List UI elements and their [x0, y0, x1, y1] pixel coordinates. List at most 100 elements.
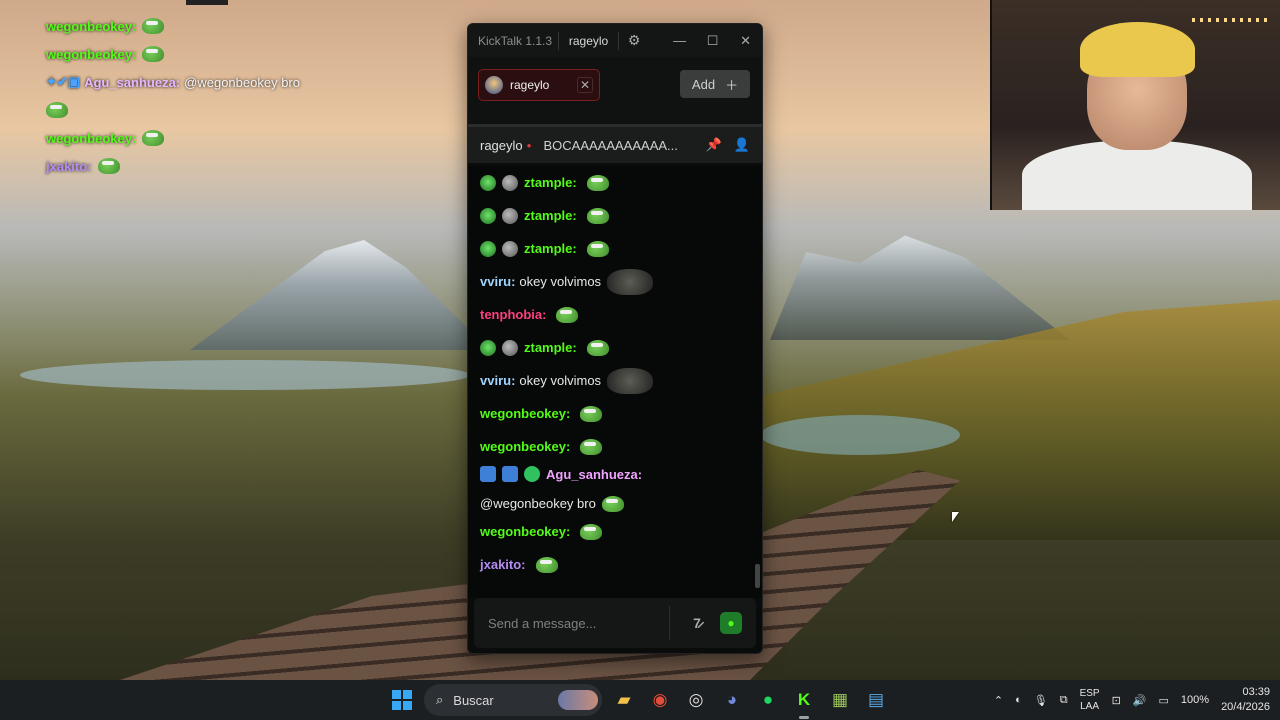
moon-badge-icon[interactable] — [502, 174, 518, 191]
moon-badge-icon[interactable] — [502, 240, 518, 257]
taskbar: ⌕ Buscar ▰ ◉ ◎ ◕ ● K ▦ ▤ ⌃ ◐ 🎙 ⧉ ESP LAA … — [0, 680, 1280, 720]
chevron-up-icon[interactable]: ⌃ — [994, 694, 1003, 707]
string-lights — [1192, 18, 1272, 22]
kicktalk-icon[interactable]: K — [790, 686, 818, 719]
sq-badge-icon[interactable] — [480, 466, 496, 483]
chat-message[interactable]: tenphobia: — [480, 298, 750, 331]
message-composer[interactable]: Send a message... 7̷ ● — [474, 598, 756, 648]
emote-picker-icon[interactable]: 7̷ — [680, 615, 714, 631]
chat-username[interactable]: wegonbeokey: — [480, 524, 570, 539]
maximize-icon[interactable]: ☐ — [696, 33, 729, 49]
pepe-emote-icon[interactable] — [580, 523, 603, 540]
obs-icon[interactable]: ◎ — [682, 686, 710, 714]
alien-badge-icon[interactable] — [480, 339, 496, 356]
kick-emote-icon[interactable]: ● — [720, 612, 742, 634]
chat-username[interactable]: ztample: — [524, 208, 577, 223]
chat-message[interactable]: wegonbeokey: — [480, 430, 750, 463]
moon-badge-icon[interactable] — [502, 207, 518, 224]
chat-username[interactable]: vviru: — [480, 373, 515, 388]
chat-message[interactable]: Agu_sanhueza: @wegonbeokey bro — [480, 463, 750, 515]
start-button[interactable] — [388, 686, 416, 714]
chat-message[interactable]: ztample: — [480, 232, 750, 265]
gear-icon[interactable]: ⚙ — [619, 32, 649, 49]
chat-username[interactable]: wegonbeokey: — [480, 406, 570, 421]
tray-app-icon[interactable]: ⧉ — [1060, 694, 1068, 707]
pin-icon[interactable]: 📌 — [706, 137, 722, 153]
pepe-emote-icon[interactable] — [556, 306, 579, 323]
discord-icon[interactable]: ◕ — [718, 686, 746, 714]
moon-badge-icon[interactable] — [502, 339, 518, 356]
chat-username[interactable]: jxakito: — [480, 557, 526, 572]
chat-message[interactable]: vviru: okey volvimos — [480, 364, 750, 397]
chat-message[interactable]: ztample: — [480, 199, 750, 232]
title-bar[interactable]: KickTalk 1.1.3 rageylo ⚙ — ☐ ✕ — [468, 24, 762, 57]
current-user[interactable]: rageylo — [559, 34, 618, 48]
minimize-icon[interactable]: — — [663, 33, 696, 48]
divider — [669, 606, 670, 640]
tab-rageylo[interactable]: rageylo ✕ — [478, 69, 600, 101]
close-tab-icon[interactable]: ✕ — [577, 77, 593, 93]
chrome-icon[interactable]: ◉ — [646, 686, 674, 714]
chat-username[interactable]: tenphobia: — [480, 307, 546, 322]
pepe-emote-icon[interactable] — [601, 495, 624, 512]
chat-username[interactable]: ztample: — [524, 175, 577, 190]
overlay-username: wegonbeokey: — [46, 18, 137, 34]
clock[interactable]: 03:39 20/4/2026 — [1221, 685, 1270, 715]
date: 20/4/2026 — [1221, 701, 1270, 713]
user-icon[interactable]: 👤 — [734, 137, 750, 153]
microphone-icon[interactable]: 🎙 — [1034, 694, 1048, 707]
game-icon[interactable]: ▦ — [826, 686, 854, 714]
pepe-emote-icon[interactable] — [580, 438, 603, 455]
pepe-emote-icon[interactable] — [586, 174, 609, 191]
pepe-emote-icon — [46, 102, 68, 118]
chat-messages[interactable]: ztample: ztample: ztample: vviru: okey volvi… — [468, 166, 762, 598]
overlay-line: wegonbeokey: — [46, 40, 446, 68]
chat-text: okey volvimos — [519, 274, 602, 289]
battery-icon[interactable]: ▭ — [1159, 694, 1169, 707]
pepe-emote-icon[interactable] — [580, 405, 603, 422]
lang-layout: LAA — [1080, 701, 1100, 712]
overlay-line: wegonbeokey: — [46, 12, 446, 40]
close-icon[interactable]: ✕ — [729, 33, 762, 49]
dog-emote-icon[interactable] — [607, 268, 654, 295]
chat-message[interactable]: wegonbeokey: — [480, 515, 750, 548]
overlay-username: wegonbeokey: — [46, 130, 137, 146]
pepe-emote-icon[interactable] — [535, 556, 558, 573]
language-indicator[interactable]: ESP LAA — [1080, 687, 1100, 713]
chat-scrollbar[interactable] — [755, 564, 760, 588]
alien-badge-icon[interactable] — [480, 240, 496, 257]
chk-badge-icon[interactable] — [524, 466, 540, 483]
file-explorer-icon[interactable]: ▰ — [610, 686, 638, 714]
chat-username[interactable]: ztample: — [524, 340, 577, 355]
chat-username[interactable]: ztample: — [524, 241, 577, 256]
alien-badge-icon[interactable] — [480, 207, 496, 224]
message-input[interactable]: Send a message... — [488, 616, 596, 631]
add-button[interactable]: Add ＋ — [680, 70, 750, 98]
chat-message[interactable]: wegonbeokey: — [480, 397, 750, 430]
pepe-emote-icon[interactable] — [586, 240, 609, 257]
chat-message[interactable]: jxakito: — [480, 548, 750, 581]
chat-username[interactable]: vviru: — [480, 274, 515, 289]
chat-message[interactable]: vviru: okey volvimos — [480, 265, 750, 298]
chat-username[interactable]: wegonbeokey: — [480, 439, 570, 454]
chat-message[interactable]: ztample: — [480, 166, 750, 199]
overlay-username: Agu_sanhueza: — [84, 74, 181, 90]
dog-emote-icon[interactable] — [607, 367, 654, 394]
pepe-emote-icon — [142, 18, 165, 34]
volume-icon[interactable]: 🔊 — [1133, 694, 1147, 707]
windows-logo-icon — [392, 690, 412, 710]
notepad-icon[interactable]: ▤ — [862, 686, 890, 714]
network-icon[interactable]: ⊡ — [1112, 694, 1121, 707]
chat-username[interactable]: Agu_sanhueza: — [546, 467, 642, 482]
spotify-icon[interactable]: ● — [754, 686, 782, 714]
pepe-emote-icon[interactable] — [586, 339, 609, 356]
chat-message[interactable]: ztample: — [480, 331, 750, 364]
search-box[interactable]: ⌕ Buscar — [424, 684, 602, 716]
battery-level: 100% — [1180, 694, 1210, 706]
background-mountain-right — [770, 235, 1070, 340]
tray-app-icon[interactable]: ◐ — [1015, 694, 1022, 706]
alien-badge-icon[interactable] — [480, 174, 496, 191]
pepe-emote-icon[interactable] — [586, 207, 609, 224]
sq-badge-icon[interactable] — [502, 466, 518, 483]
stream-user[interactable]: rageylo — [480, 138, 523, 153]
